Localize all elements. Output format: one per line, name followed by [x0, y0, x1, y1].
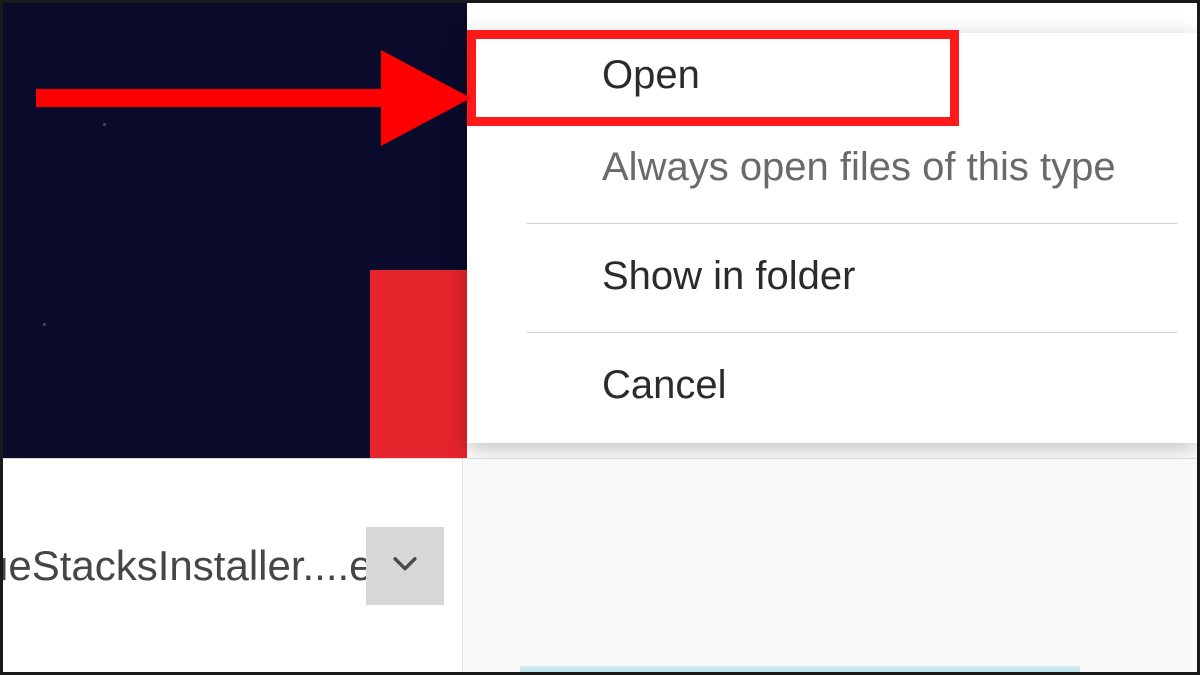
chevron-down-icon: [388, 546, 422, 585]
menu-item-label: Cancel: [602, 363, 727, 407]
download-filename: ueStacksInstaller....exe: [0, 542, 366, 590]
download-item[interactable]: ueStacksInstaller....exe: [3, 459, 463, 672]
bottom-accent-bar: [520, 666, 1080, 672]
page-background-red-block: [370, 270, 467, 458]
menu-item-show-in-folder[interactable]: Show in folder: [467, 224, 1197, 332]
download-options-button[interactable]: [366, 527, 444, 605]
menu-item-label: Open: [602, 53, 700, 97]
page-background-strip: [467, 3, 1197, 33]
menu-item-open[interactable]: Open: [467, 33, 1197, 117]
download-context-menu: Open Always open files of this type Show…: [467, 33, 1197, 443]
downloads-bar: ueStacksInstaller....exe: [3, 458, 1197, 672]
menu-item-label: Always open files of this type: [602, 145, 1116, 189]
menu-item-label: Show in folder: [602, 254, 855, 298]
menu-item-always-open-type[interactable]: Always open files of this type: [467, 117, 1197, 223]
menu-item-cancel[interactable]: Cancel: [467, 333, 1197, 433]
